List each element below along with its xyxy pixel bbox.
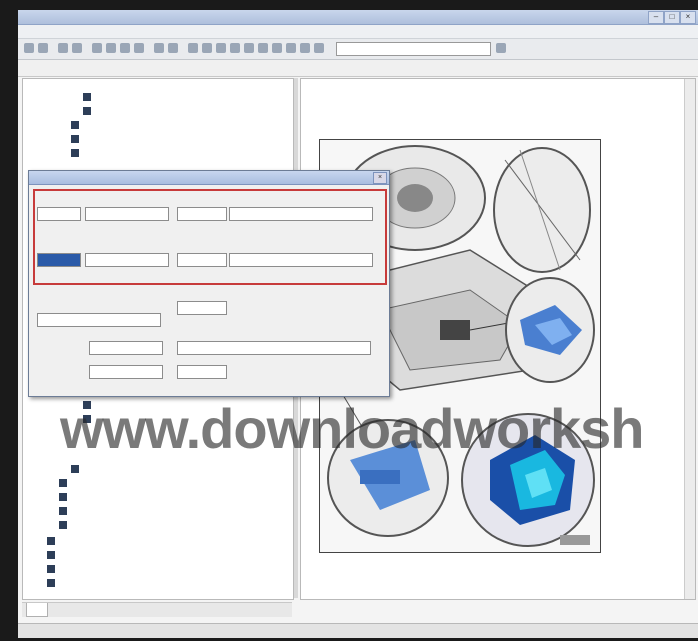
tab-active[interactable] xyxy=(26,603,48,617)
toolbar xyxy=(18,39,698,60)
note-icon[interactable] xyxy=(314,43,324,53)
tree-item[interactable] xyxy=(71,119,83,129)
tree-node-icon xyxy=(71,120,79,129)
menu-bar xyxy=(18,25,698,39)
gearbox-code-field[interactable] xyxy=(229,253,373,267)
info-icon[interactable] xyxy=(286,43,296,53)
tree-item[interactable] xyxy=(47,563,59,573)
model-select[interactable] xyxy=(85,207,169,221)
copy-icon[interactable] xyxy=(154,43,164,53)
vehicle-description-field[interactable] xyxy=(177,341,371,355)
home-icon[interactable] xyxy=(58,43,68,53)
export-icon[interactable] xyxy=(244,43,254,53)
tree-item[interactable] xyxy=(83,105,95,115)
tree-node-icon xyxy=(47,550,55,559)
tree-item[interactable] xyxy=(71,147,83,157)
back-icon[interactable] xyxy=(24,43,34,53)
tree-item[interactable] xyxy=(47,535,59,545)
dialog-window: × xyxy=(28,170,390,397)
tree-item[interactable] xyxy=(59,505,71,515)
settings-icon[interactable] xyxy=(168,43,178,53)
print-icon[interactable] xyxy=(92,43,102,53)
layout-icon[interactable] xyxy=(202,43,212,53)
tree-node-icon xyxy=(47,564,55,573)
tree-item[interactable] xyxy=(59,491,71,501)
tree-item[interactable] xyxy=(71,133,83,143)
grid-icon[interactable] xyxy=(216,43,226,53)
zoom-out-icon[interactable] xyxy=(134,43,144,53)
tree-item[interactable] xyxy=(71,463,83,473)
tree-item[interactable] xyxy=(47,549,59,559)
watermark-text: www.downloadworksh xyxy=(60,397,645,460)
tree-node-icon xyxy=(59,520,67,529)
tree-item[interactable] xyxy=(59,477,71,487)
tree-node-icon xyxy=(59,478,67,487)
gearbox-select[interactable] xyxy=(85,253,169,267)
unit-select[interactable] xyxy=(177,365,227,379)
highlight-frame xyxy=(33,189,387,285)
tree-item[interactable] xyxy=(83,91,95,101)
tree-node-icon xyxy=(83,106,91,115)
zoom-in-icon[interactable] xyxy=(120,43,130,53)
search-icon[interactable] xyxy=(106,43,116,53)
tree-item[interactable] xyxy=(47,577,59,587)
status-bar xyxy=(18,623,698,638)
tree-node-icon xyxy=(71,134,79,143)
version-select[interactable] xyxy=(177,301,227,315)
vin-field[interactable] xyxy=(89,341,163,355)
close-button[interactable]: × xyxy=(680,11,696,24)
tree-node-icon xyxy=(47,578,55,587)
tree-node-icon xyxy=(71,148,79,157)
reference-field[interactable] xyxy=(89,365,163,379)
dropdown-icon[interactable] xyxy=(496,43,506,53)
drive-select[interactable] xyxy=(177,253,227,267)
minimize-button[interactable]: – xyxy=(648,11,664,24)
engine-select[interactable] xyxy=(177,207,227,221)
bookmark-icon[interactable] xyxy=(300,43,310,53)
engine-code-field[interactable] xyxy=(229,207,373,221)
list-icon[interactable] xyxy=(230,43,240,53)
title-bar: – □ × xyxy=(18,10,698,25)
filter-icon[interactable] xyxy=(188,43,198,53)
toolbar-combo[interactable] xyxy=(336,42,491,56)
vertical-scrollbar[interactable] xyxy=(684,79,695,599)
forward-icon[interactable] xyxy=(38,43,48,53)
address-bar xyxy=(18,60,698,77)
tree-node-icon xyxy=(47,536,55,545)
tree-node-icon xyxy=(59,506,67,515)
help-icon[interactable] xyxy=(272,43,282,53)
tree-node-icon xyxy=(59,492,67,501)
maximize-button[interactable]: □ xyxy=(664,11,680,24)
model-year-select[interactable] xyxy=(37,207,81,221)
tab-strip xyxy=(22,602,292,617)
refresh-icon[interactable] xyxy=(72,43,82,53)
dialog-title-bar: × xyxy=(29,171,389,185)
dialog-close-button[interactable]: × xyxy=(373,172,387,184)
import-icon[interactable] xyxy=(258,43,268,53)
tree-node-icon xyxy=(71,464,79,473)
tree-item[interactable] xyxy=(59,519,71,529)
application-window: – □ × × www.downloadworksh xyxy=(18,10,698,638)
transmission-select[interactable] xyxy=(37,253,81,267)
search-input[interactable] xyxy=(37,313,161,327)
tree-node-icon xyxy=(83,92,91,101)
